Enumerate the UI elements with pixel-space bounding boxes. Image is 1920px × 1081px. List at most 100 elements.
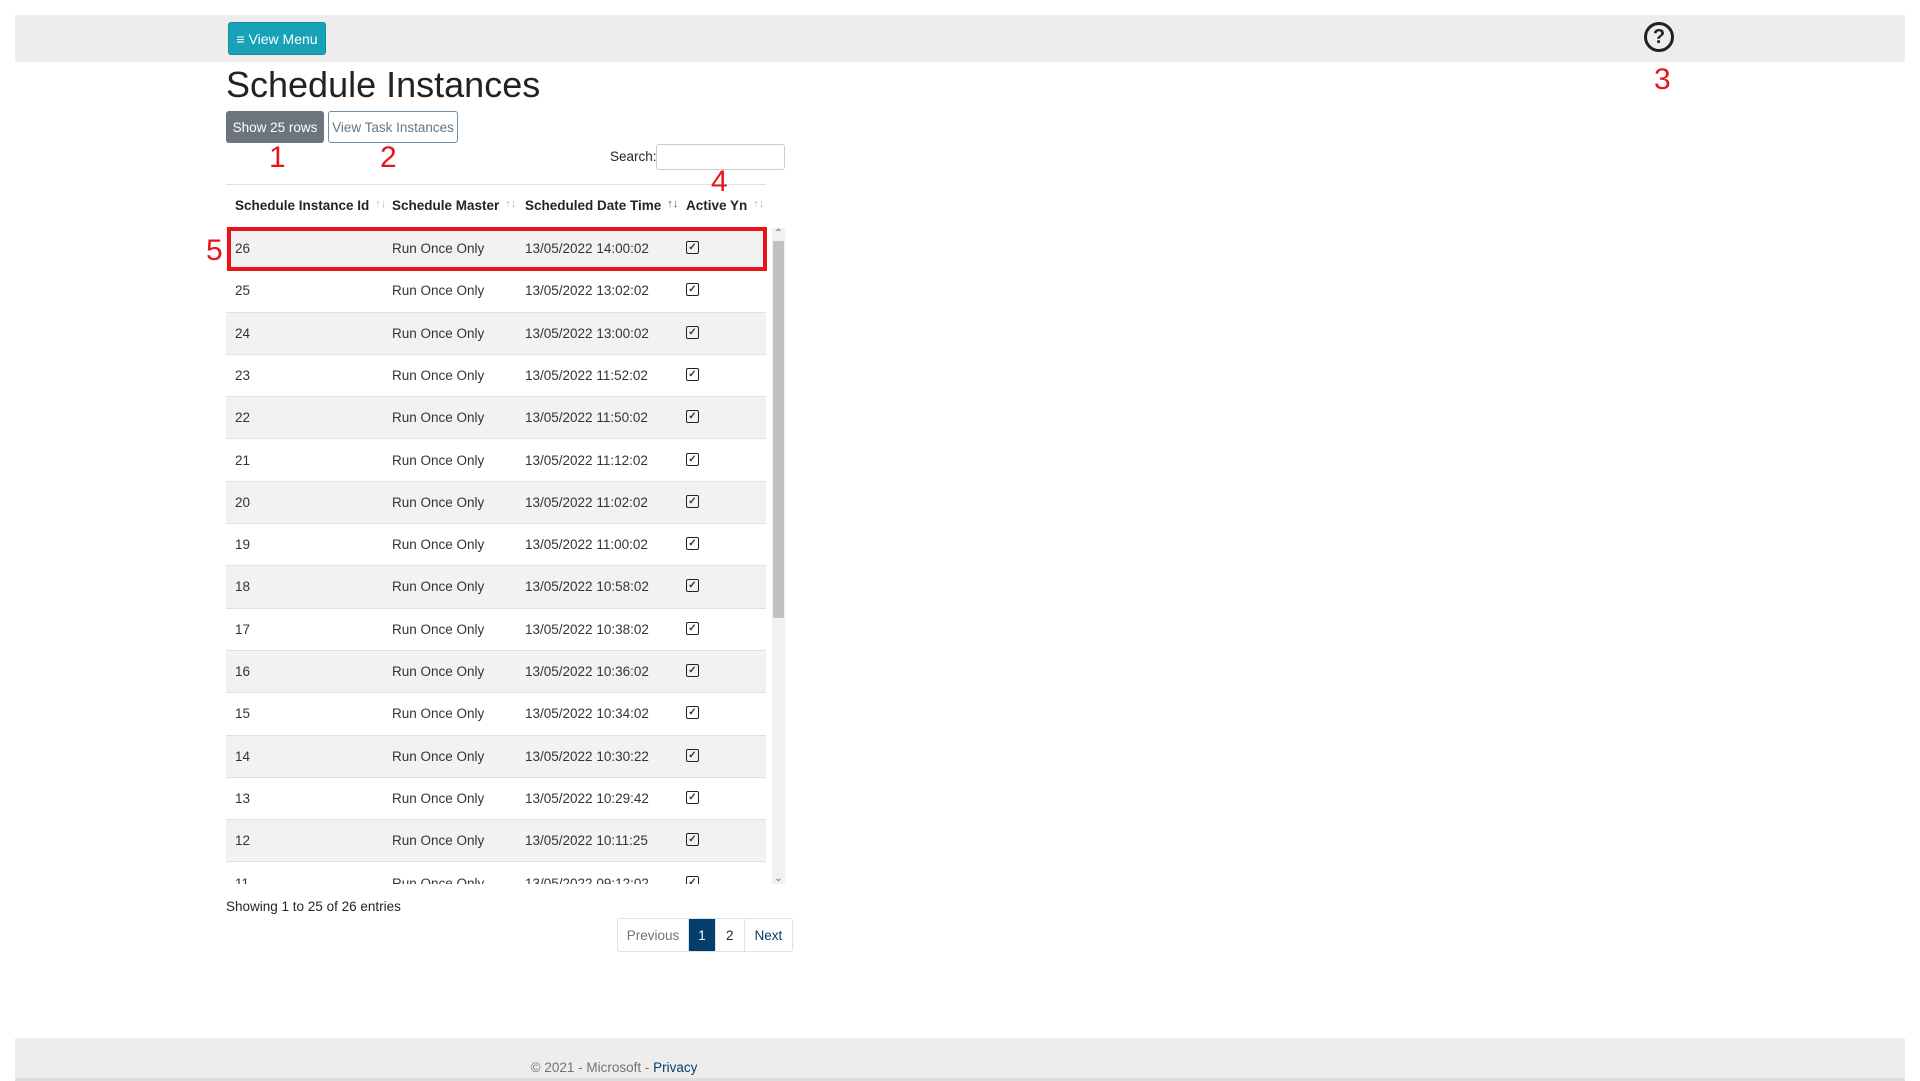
column-header-active[interactable]: Active Yn ↑↓ (686, 198, 764, 213)
scroll-down-icon[interactable]: ⌄ (772, 873, 785, 884)
cell-master: Run Once Only (392, 367, 485, 383)
cell-datetime: 13/05/2022 11:02:02 (525, 494, 648, 510)
cell-datetime: 13/05/2022 10:34:02 (525, 706, 649, 722)
cell-datetime: 13/05/2022 13:02:02 (525, 283, 649, 299)
annotation-4: 4 (711, 165, 728, 198)
annotation-3: 3 (1654, 63, 1671, 96)
cell-master: Run Once Only (392, 537, 485, 553)
cell-master: Run Once Only (392, 410, 485, 426)
next-page-button[interactable]: Next (745, 919, 793, 951)
checked-checkbox-icon: ✓ (686, 537, 699, 551)
table-row[interactable]: 19 Run Once Only 13/05/2022 11:00:02 ✓ (226, 524, 766, 567)
table-row[interactable]: 15 Run Once Only 13/05/2022 10:34:02 ✓ (226, 693, 766, 736)
cell-master: Run Once Only (392, 325, 485, 341)
cell-id: 16 (235, 664, 251, 679)
table-body[interactable]: 26 Run Once Only 13/05/2022 14:00:02 ✓ 25 Run… (226, 228, 766, 884)
table-row[interactable]: 20 Run Once Only 13/05/2022 11:02:02 ✓ (226, 481, 766, 525)
checked-checkbox-icon: ✓ (686, 579, 699, 593)
checked-checkbox-icon: ✓ (686, 410, 699, 424)
table-row[interactable]: 11 Run Once Only 13/05/2022 09:12:02 ✓ (226, 863, 766, 885)
footer-text: © 2021 - Microsoft - Privacy (530, 1060, 698, 1075)
table-row[interactable]: 14 Run Once Only 13/05/2022 10:30:22 ✓ (226, 735, 766, 778)
cell-datetime: 13/05/2022 10:58:02 (525, 579, 649, 595)
table-header: Schedule Instance Id ↑↓ Schedule Master ↑↓… (226, 184, 766, 229)
cell-id: 21 (235, 452, 251, 468)
table-row[interactable]: 23 Run Once Only 13/05/2022 11:52:02 ✓ (226, 355, 766, 398)
table-row[interactable]: 18 Run Once Only 13/05/2022 10:58:02 ✓ (226, 566, 766, 609)
table-row[interactable]: 22 Run Once Only 13/05/2022 11:50:02 ✓ (226, 397, 766, 440)
table-row[interactable]: 16 Run Once Only 13/05/2022 10:36:02 ✓ (226, 651, 766, 694)
cell-id: 17 (235, 621, 251, 637)
scrollbar-thumb[interactable] (773, 241, 784, 618)
view-task-instances-button[interactable]: View Task Instances (328, 111, 458, 143)
cell-datetime: 13/05/2022 13:00:02 (525, 325, 649, 341)
annotation-1: 1 (269, 141, 286, 174)
cell-master: Run Once Only (392, 790, 485, 806)
pagination: Previous 1 2 Next (617, 918, 794, 952)
highlight-box (227, 227, 767, 271)
scroll-up-icon[interactable]: ⌃ (772, 228, 785, 239)
table-row[interactable]: 17 Run Once Only 13/05/2022 10:38:02 ✓ (226, 609, 766, 651)
previous-page-button[interactable]: Previous (618, 919, 689, 951)
cell-id: 25 (235, 283, 251, 299)
sort-icon: ↑↓ (375, 198, 387, 210)
table-row[interactable]: 12 Run Once Only 13/05/2022 10:11:25 ✓ (226, 820, 766, 863)
cell-master: Run Once Only (392, 875, 485, 885)
checked-checkbox-icon: ✓ (686, 325, 699, 339)
cell-master: Run Once Only (392, 664, 485, 679)
cell-datetime: 13/05/2022 11:00:02 (525, 537, 648, 553)
table-info: Showing 1 to 25 of 26 entries (226, 899, 401, 914)
cell-id: 19 (235, 537, 251, 553)
cell-datetime: 13/05/2022 10:11:25 (525, 833, 648, 849)
cell-master: Run Once Only (392, 579, 485, 595)
sort-icon: ↑↓ (505, 198, 517, 210)
cell-master: Run Once Only (392, 621, 485, 637)
cell-id: 24 (235, 325, 251, 341)
checked-checkbox-icon: ✓ (686, 875, 699, 884)
checked-checkbox-icon: ✓ (686, 833, 699, 847)
cell-id: 18 (235, 579, 251, 595)
page-2-button[interactable]: 2 (716, 919, 745, 951)
table-row[interactable]: 25 Run Once Only 13/05/2022 13:02:02 ✓ (226, 270, 766, 313)
question-circle-icon[interactable]: ? (1644, 22, 1674, 52)
cell-datetime: 13/05/2022 10:30:22 (525, 748, 649, 764)
show-rows-button[interactable]: Show 25 rows (226, 111, 324, 143)
column-header-master[interactable]: Schedule Master ↑↓ (392, 198, 516, 213)
table-row[interactable]: 24 Run Once Only 13/05/2022 13:00:02 ✓ (226, 312, 766, 355)
cell-master: Run Once Only (392, 452, 485, 468)
page-1-button[interactable]: 1 (689, 919, 716, 951)
cell-datetime: 13/05/2022 10:29:42 (525, 790, 649, 806)
cell-datetime: 13/05/2022 10:36:02 (525, 664, 649, 679)
checked-checkbox-icon: ✓ (686, 367, 699, 381)
hamburger-icon: ≡ (236, 30, 245, 47)
sort-icon: ↑↓ (753, 198, 765, 210)
search-label: Search: (610, 149, 657, 164)
cell-datetime: 13/05/2022 11:52:02 (525, 367, 648, 383)
checked-checkbox-icon: ✓ (686, 748, 699, 762)
cell-master: Run Once Only (392, 748, 485, 764)
table-row[interactable]: 13 Run Once Only 13/05/2022 10:29:42 ✓ (226, 778, 766, 821)
table-row[interactable]: 21 Run Once Only 13/05/2022 11:12:02 ✓ (226, 440, 766, 482)
checked-checkbox-icon: ✓ (686, 283, 699, 297)
checked-checkbox-icon: ✓ (686, 494, 699, 508)
checked-checkbox-icon: ✓ (686, 706, 699, 720)
annotation-2: 2 (380, 141, 397, 174)
column-header-id[interactable]: Schedule Instance Id ↑↓ (235, 198, 386, 213)
cell-id: 20 (235, 494, 251, 510)
sort-desc-icon: ↑↓ (667, 198, 679, 210)
checked-checkbox-icon: ✓ (686, 664, 699, 677)
cell-master: Run Once Only (392, 494, 485, 510)
cell-id: 23 (235, 367, 251, 383)
checked-checkbox-icon: ✓ (686, 452, 699, 466)
cell-id: 11 (235, 875, 250, 885)
cell-master: Run Once Only (392, 833, 485, 849)
cell-datetime: 13/05/2022 11:50:02 (525, 410, 648, 426)
cell-id: 14 (235, 748, 251, 764)
view-menu-button[interactable]: ≡ View Menu (228, 22, 326, 55)
privacy-link[interactable]: Privacy (653, 1060, 697, 1075)
cell-id: 22 (235, 410, 251, 426)
column-header-datetime[interactable]: Scheduled Date Time ↑↓ (525, 198, 678, 213)
cell-id: 15 (235, 706, 251, 722)
cell-master: Run Once Only (392, 706, 485, 722)
cell-id: 13 (235, 790, 251, 806)
